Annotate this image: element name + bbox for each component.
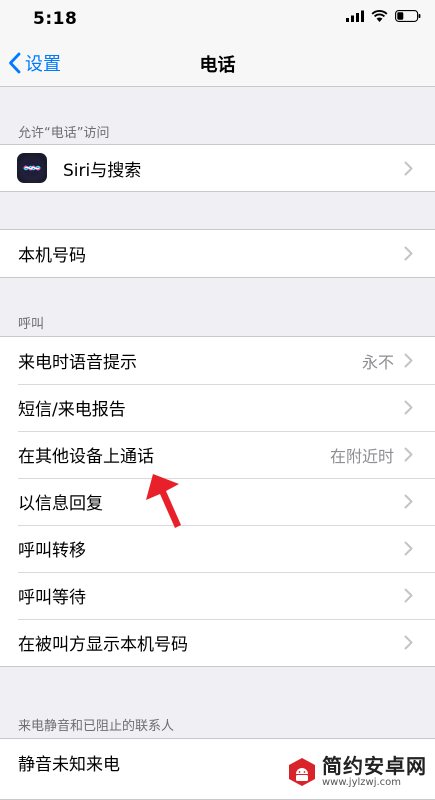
call-waiting-label: 呼叫等待 [18, 588, 86, 608]
chevron-right-icon [404, 400, 413, 415]
battery-icon [395, 10, 421, 22]
calls-on-other-devices-value: 在附近时 [329, 446, 394, 466]
show-caller-id-row[interactable]: 在被叫方显示本机号码 [0, 619, 435, 666]
wifi-icon [371, 10, 388, 22]
chevron-right-icon [404, 353, 413, 368]
section-header-calls: 呼叫 [18, 317, 45, 332]
page-title: 电话 [199, 55, 236, 76]
cellular-signal-icon [346, 10, 364, 22]
chevron-right-icon [404, 588, 413, 603]
sms-call-reporting-label: 短信/来电报告 [18, 400, 126, 420]
respond-with-text-label: 以信息回复 [18, 494, 103, 514]
calls-group: 来电时语音提示 永不 短信/来电报告 在其他设备上通话 在附近时 以信息回复 呼… [0, 336, 435, 667]
watermark-url: www.jylzwj.com [322, 777, 402, 788]
siri-icon [17, 153, 47, 183]
chevron-right-icon [404, 246, 413, 261]
status-icons [346, 10, 421, 22]
status-bar: 5:18 [0, 0, 435, 38]
announce-calls-label: 来电时语音提示 [18, 353, 137, 373]
call-forwarding-label: 呼叫转移 [18, 541, 86, 561]
calls-on-other-devices-row[interactable]: 在其他设备上通话 在附近时 [0, 431, 435, 478]
chevron-right-icon [404, 494, 413, 509]
announce-calls-row[interactable]: 来电时语音提示 永不 [0, 337, 435, 384]
section-header-silence: 来电静音和已阻止的联系人 [18, 719, 175, 734]
respond-with-text-row[interactable]: 以信息回复 [0, 478, 435, 525]
section-header-access: 允许“电话”访问 [18, 126, 110, 141]
android-logo-icon [289, 758, 315, 786]
number-group: 本机号码 [0, 229, 435, 278]
chevron-right-icon [404, 447, 413, 462]
calls-on-other-devices-label: 在其他设备上通话 [18, 447, 154, 467]
watermark-title: 简约安卓网 [322, 754, 427, 778]
my-number-label: 本机号码 [18, 246, 86, 266]
chevron-right-icon [404, 541, 413, 556]
status-time: 5:18 [33, 9, 78, 29]
my-number-row[interactable]: 本机号码 [0, 230, 435, 277]
announce-calls-value: 永不 [361, 352, 394, 372]
siri-search-row[interactable]: Siri与搜索 [0, 145, 435, 191]
call-waiting-row[interactable]: 呼叫等待 [0, 572, 435, 619]
call-forwarding-row[interactable]: 呼叫转移 [0, 525, 435, 572]
sms-call-reporting-row[interactable]: 短信/来电报告 [0, 384, 435, 431]
show-caller-id-label: 在被叫方显示本机号码 [18, 635, 188, 655]
access-group: Siri与搜索 [0, 144, 435, 192]
watermark: 简约安卓网 www.jylzwj.com [282, 754, 431, 790]
chevron-right-icon [404, 161, 413, 176]
navigation-bar: 设置 电话 [0, 38, 435, 87]
chevron-right-icon [404, 635, 413, 650]
siri-search-label: Siri与搜索 [63, 160, 142, 181]
